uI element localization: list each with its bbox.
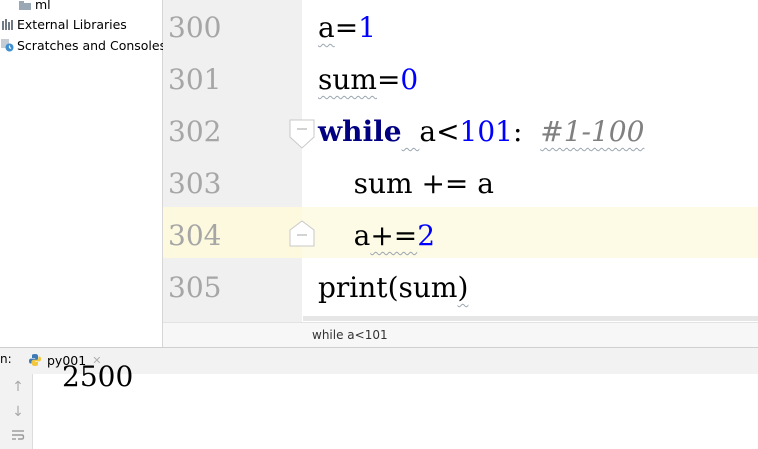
code-var: sum: [318, 63, 377, 96]
run-label: n:: [0, 352, 12, 366]
line-number: 303: [168, 167, 222, 200]
arrow-up-icon[interactable]: ↑: [11, 378, 25, 396]
breadcrumb-bar: [163, 322, 758, 348]
scratches-icon: [0, 38, 14, 52]
soft-wrap-icon[interactable]: [11, 428, 25, 446]
tree-item-label: External Libraries: [17, 16, 127, 32]
line-number: 300: [168, 11, 222, 44]
python-icon: [28, 353, 42, 367]
code-line-300[interactable]: a=1: [318, 2, 376, 54]
code-op: +=: [370, 219, 418, 252]
fold-start-icon[interactable]: [289, 119, 315, 149]
tree-item-ml[interactable]: ml: [18, 0, 51, 14]
code-line-303[interactable]: sum += a: [318, 158, 494, 210]
code-number: 1: [358, 11, 376, 44]
code-number: 0: [400, 63, 419, 96]
code-keyword: while: [318, 115, 402, 148]
code-line-305[interactable]: print(sum): [318, 262, 468, 314]
code-line-302[interactable]: while a<101: #1-100: [318, 106, 644, 158]
run-console[interactable]: [33, 374, 758, 449]
arrow-down-icon[interactable]: ↓: [11, 403, 25, 421]
libraries-icon: [0, 17, 14, 31]
code-number: 2: [417, 219, 436, 252]
code-var: a: [419, 115, 437, 148]
code-text: sum += a: [353, 167, 494, 200]
tree-item-external-libraries[interactable]: External Libraries: [0, 14, 127, 34]
folder-icon: [18, 0, 32, 11]
code-arg: sum: [398, 271, 458, 304]
breadcrumb[interactable]: while a<101: [312, 328, 388, 342]
tree-item-label: ml: [35, 0, 51, 12]
code-line-304[interactable]: a+=2: [318, 210, 435, 262]
console-output: 2500: [62, 360, 134, 393]
tree-item-scratches[interactable]: Scratches and Consoles: [0, 35, 166, 55]
code-var: a: [353, 219, 371, 252]
code-var: a: [318, 11, 335, 44]
line-number: 305: [168, 271, 222, 304]
code-line-301[interactable]: sum=0: [318, 54, 418, 106]
line-number: 301: [168, 63, 222, 96]
code-paren: ): [457, 271, 469, 304]
code-op: =: [334, 11, 359, 44]
line-number: 304: [168, 219, 222, 252]
line-number: 302: [168, 115, 222, 148]
tree-item-label: Scratches and Consoles: [17, 37, 167, 53]
fold-end-icon[interactable]: [289, 220, 315, 247]
code-comment: #1-100: [540, 115, 645, 148]
code-op: =: [376, 63, 401, 96]
horizontal-scrollbar[interactable]: [303, 316, 758, 321]
code-function: print: [318, 271, 388, 304]
code-number: 101: [459, 115, 513, 148]
code-paren: (: [387, 271, 399, 304]
code-op: <: [436, 115, 460, 148]
